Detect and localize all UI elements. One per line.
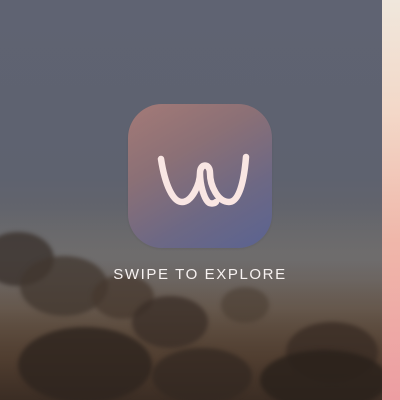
app-logo bbox=[128, 104, 272, 248]
tree-silhouette bbox=[152, 348, 252, 400]
swipe-to-explore-text: SWIPE TO EXPLORE bbox=[113, 266, 287, 283]
onboarding-screen[interactable]: SWIPE TO EXPLORE bbox=[0, 0, 400, 400]
tree-silhouette bbox=[18, 327, 152, 400]
tree-silhouette bbox=[221, 287, 269, 323]
next-page-preview[interactable] bbox=[382, 0, 400, 400]
tree-silhouette bbox=[132, 296, 208, 348]
w-logo-icon bbox=[157, 153, 250, 207]
